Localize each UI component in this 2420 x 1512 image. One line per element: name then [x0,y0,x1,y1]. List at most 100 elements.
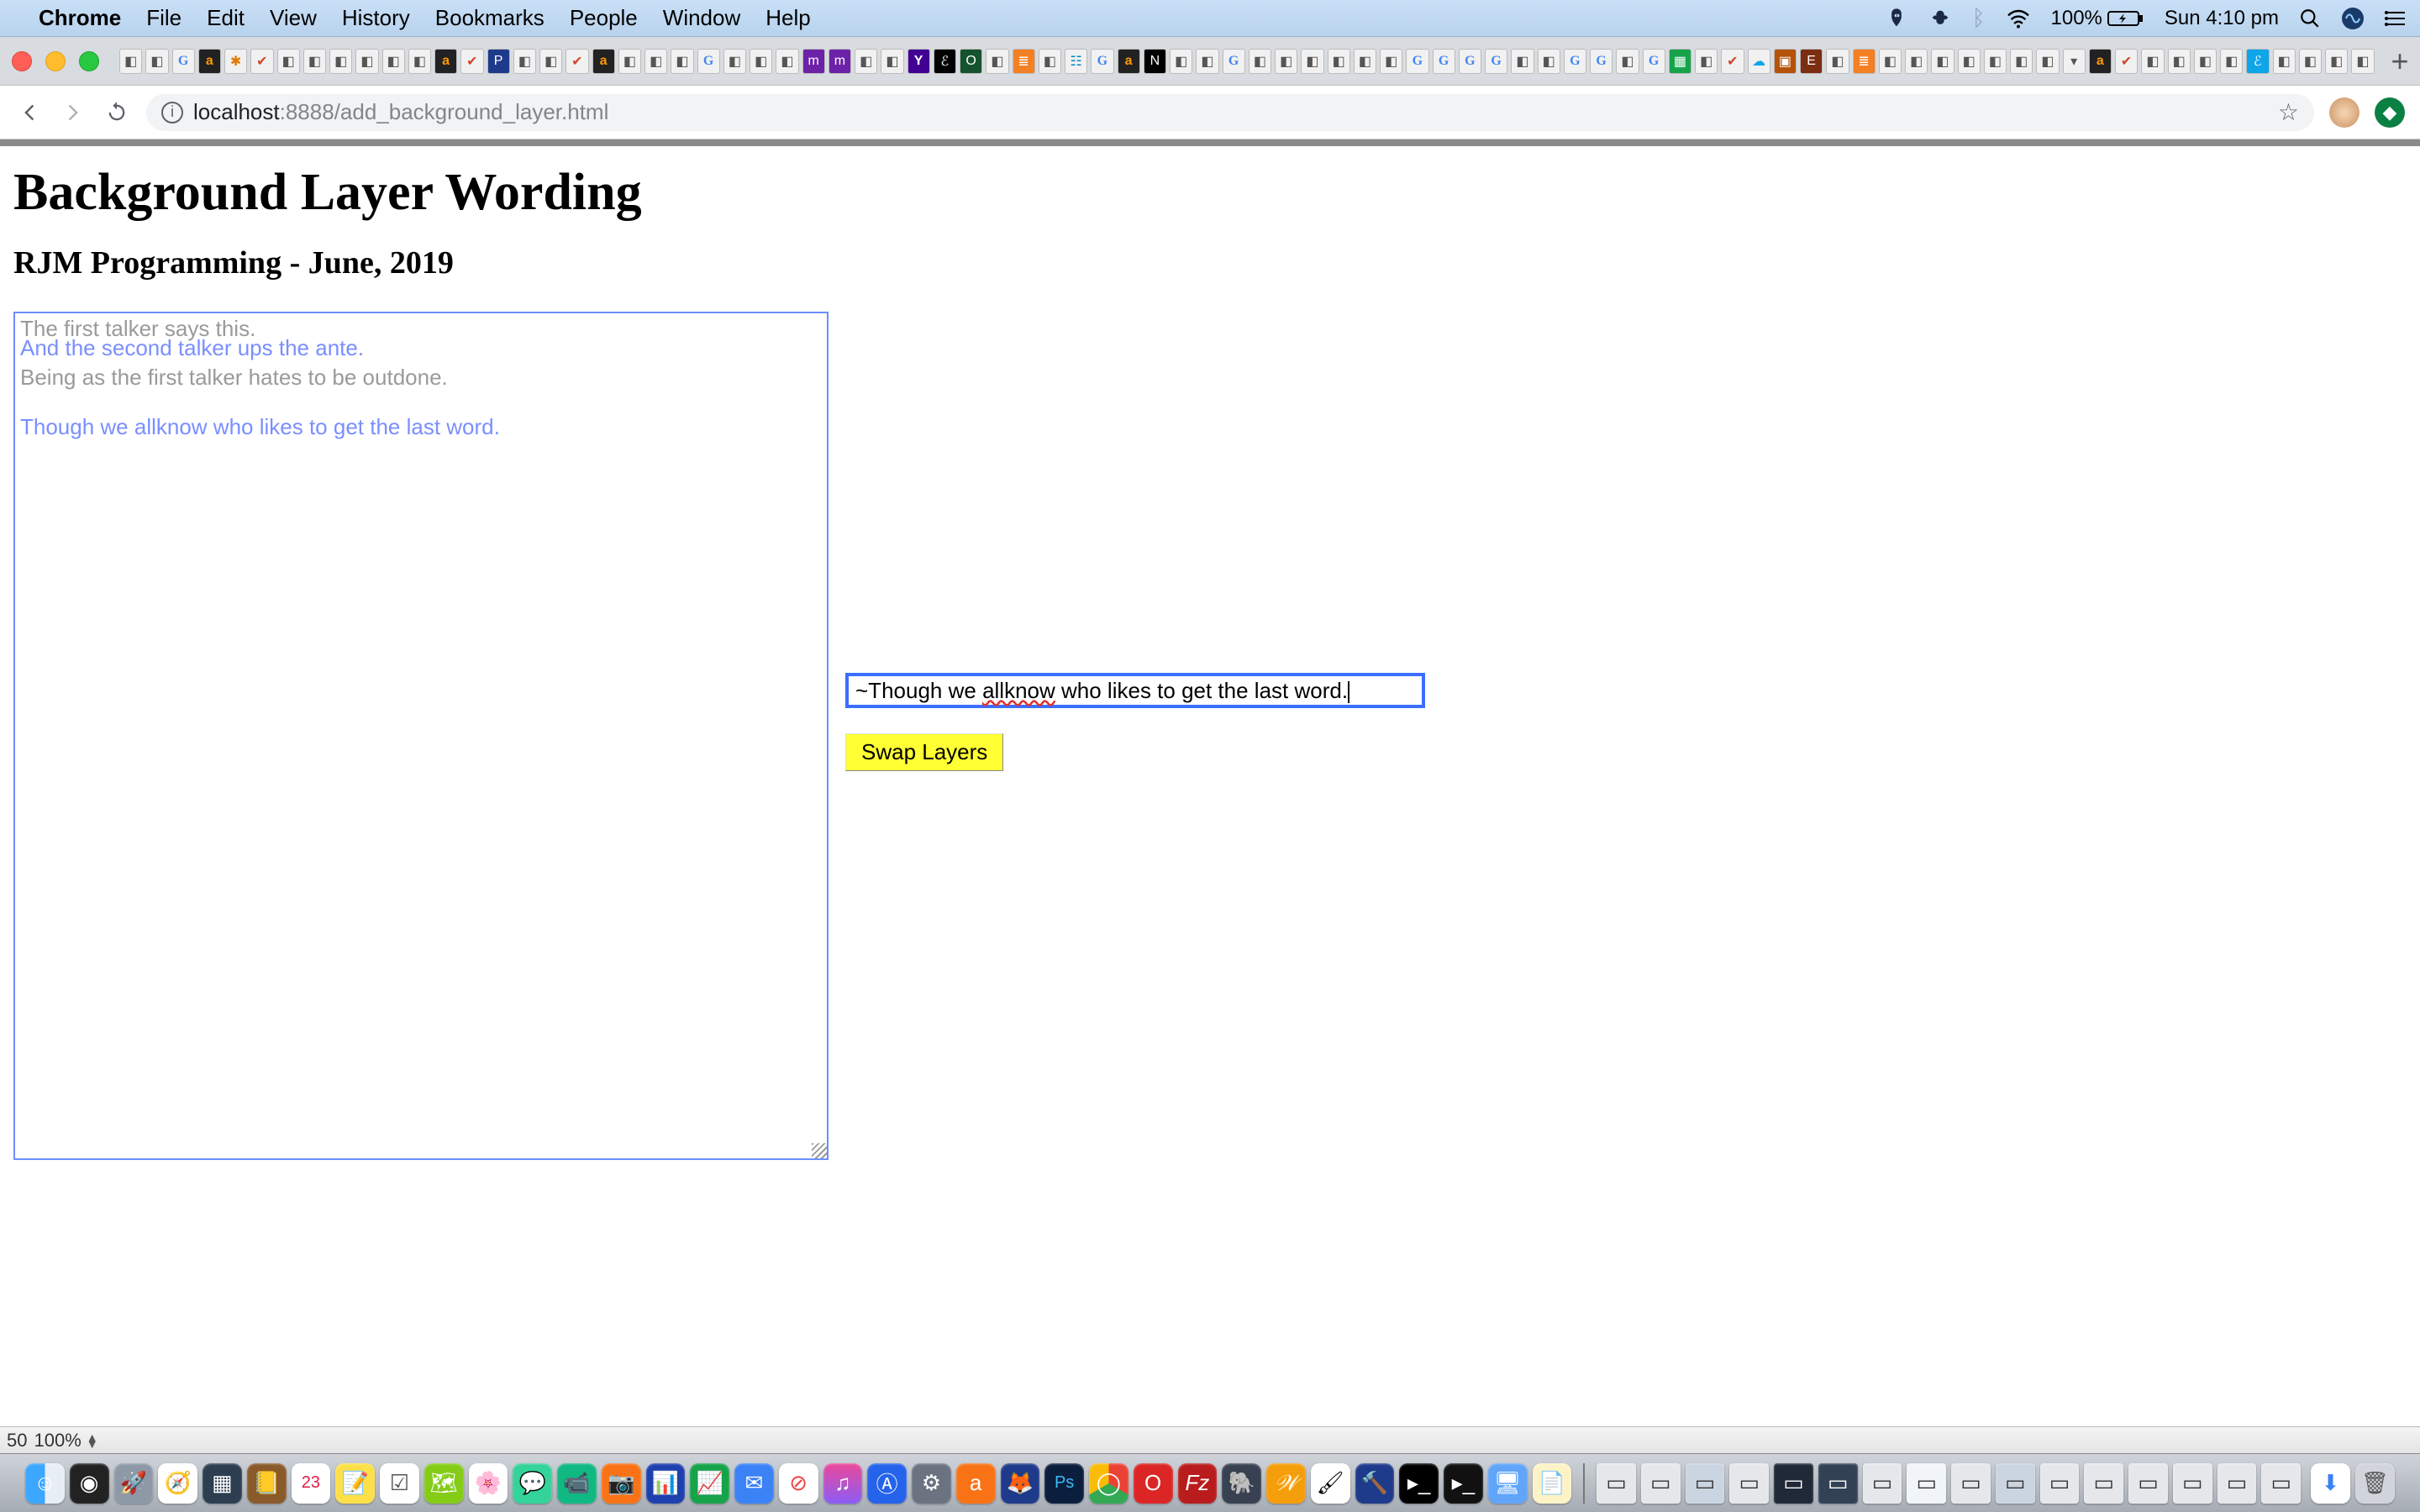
notifications-icon[interactable] [2385,9,2407,28]
pinned-tab[interactable]: a [2089,49,2112,74]
pinned-tab[interactable]: G [1433,49,1455,74]
pinned-tab[interactable]: a [198,49,221,74]
avast-icon[interactable]: a [956,1463,996,1504]
pinned-tab[interactable]: G [1564,49,1586,74]
menu-bookmarks[interactable]: Bookmarks [435,5,544,31]
pinned-tab[interactable]: G [697,49,720,74]
pinned-tab[interactable]: m [829,49,851,74]
minimized-window[interactable]: ▭ [1729,1463,1769,1504]
pinned-tab[interactable]: ℰ [934,49,956,74]
minimized-window[interactable]: ▭ [2261,1463,2301,1504]
office-icon[interactable]: 𝒲 [1266,1463,1306,1504]
malware-icon[interactable] [1885,7,1908,30]
pinned-tab[interactable]: ◧ [145,49,168,74]
pinned-tab[interactable]: ◧ [2141,49,2164,74]
pinned-tab[interactable]: m [802,49,825,74]
pinned-tab[interactable]: a [1118,49,1140,74]
pinned-tab[interactable]: ≣ [1853,49,1876,74]
minimized-window[interactable]: ▭ [1686,1463,1725,1504]
pinned-tab[interactable]: ◧ [355,49,378,74]
launchpad-icon[interactable]: 🚀 [114,1463,154,1504]
spotlight-icon[interactable] [2299,8,2321,29]
wifi-icon[interactable] [2006,8,2031,29]
pinned-tab[interactable]: ✔ [2115,49,2138,74]
pinned-tab[interactable]: ◧ [881,49,903,74]
menu-edit[interactable]: Edit [207,5,245,31]
minimize-window-button[interactable] [45,51,66,71]
minimized-window[interactable]: ▭ [2084,1463,2123,1504]
pinned-tab[interactable]: ◧ [1354,49,1376,74]
keynote-icon[interactable]: 📊 [646,1463,686,1504]
pinned-tab[interactable]: ▣ [1774,49,1797,74]
pinned-tab[interactable]: a [592,49,615,74]
zoom-stepper-icon[interactable]: ▲▼ [87,1434,98,1447]
facetime-icon[interactable]: 📹 [557,1463,597,1504]
pinned-tab[interactable]: ◧ [513,49,536,74]
minimized-window[interactable]: ▭ [2040,1463,2080,1504]
menu-history[interactable]: History [342,5,410,31]
menu-view[interactable]: View [270,5,317,31]
pinned-tab[interactable]: ◧ [986,49,1008,74]
pinned-tab[interactable]: ◧ [671,49,693,74]
prohibited-icon[interactable]: ⊘ [779,1463,818,1504]
textedit-icon[interactable]: 📄 [1533,1463,1572,1504]
pinned-tab[interactable]: ✔ [1721,49,1744,74]
pinned-tab[interactable]: G [1459,49,1481,74]
pinned-tab[interactable]: ✔ [460,49,483,74]
pinned-tab[interactable]: ◧ [1616,49,1639,74]
notes-icon[interactable]: 📝 [335,1463,375,1504]
pinned-tab[interactable]: ◧ [382,49,405,74]
mamp-icon[interactable]: 🐘 [1222,1463,1261,1504]
site-info-icon[interactable]: i [161,102,183,123]
pinned-tab[interactable]: ◧ [750,49,772,74]
filezilla-icon[interactable]: Fz [1178,1463,1218,1504]
pinned-tab[interactable]: ◧ [1826,49,1849,74]
bug-icon[interactable] [1928,7,1952,30]
pinned-tab[interactable]: ◧ [1039,49,1061,74]
battery-status[interactable]: 100% [2051,7,2144,30]
back-button[interactable] [15,98,44,127]
sysprefs-icon[interactable]: ⚙ [912,1463,951,1504]
new-tab-button[interactable]: + [2391,44,2409,79]
pinned-tab[interactable]: ◧ [1958,49,1981,74]
photobooth-icon[interactable]: 📷 [602,1463,641,1504]
layer-textarea[interactable]: The first talker says this. And the seco… [13,312,829,1160]
menu-file[interactable]: File [146,5,182,31]
pinned-tab[interactable]: E [1800,49,1823,74]
pinned-tab[interactable]: ◧ [119,49,142,74]
address-bar[interactable]: i localhost:8888/add_background_layer.ht… [146,94,2314,131]
pinned-tab[interactable]: G [1091,49,1113,74]
pinned-tab[interactable]: ◧ [2299,49,2322,74]
minimized-window[interactable]: ▭ [1863,1463,1902,1504]
opera-icon[interactable]: O [1134,1463,1173,1504]
swap-layers-button[interactable]: Swap Layers [845,733,1003,771]
profile-avatar-icon[interactable] [2329,97,2360,128]
photos-icon[interactable]: 🌸 [469,1463,508,1504]
safari-icon[interactable]: 🧭 [158,1463,197,1504]
xcode-icon[interactable]: 🔨 [1355,1463,1395,1504]
trash-icon[interactable]: 🗑 [2355,1463,2395,1504]
maximize-window-button[interactable] [79,51,99,71]
minimized-window[interactable]: ▭ [1641,1463,1681,1504]
pinned-tab[interactable]: ◧ [2273,49,2296,74]
pinned-tab[interactable]: ◧ [539,49,562,74]
wording-input[interactable]: ~Though we allknow who likes to get the … [845,673,1425,708]
minimized-window[interactable]: ▭ [2217,1463,2257,1504]
pinned-tab[interactable]: ◧ [2168,49,2191,74]
bluetooth-icon[interactable]: ᛒ [1972,5,1986,31]
pinned-tab[interactable]: ◧ [408,49,431,74]
pinned-tab[interactable]: ◧ [644,49,667,74]
zoom-control[interactable]: 100% ▲▼ [34,1430,97,1452]
minimized-window[interactable]: ▭ [2173,1463,2212,1504]
app-name[interactable]: Chrome [39,5,121,31]
pinned-tab[interactable]: ◧ [329,49,352,74]
terminal2-icon[interactable]: ▸_ [1444,1463,1483,1504]
clock[interactable]: Sun 4:10 pm [2165,7,2279,30]
pinned-tab[interactable]: ◧ [618,49,641,74]
numbers-icon[interactable]: 📈 [690,1463,729,1504]
pinned-tab[interactable]: ◧ [1695,49,1718,74]
pinned-tab[interactable]: ◧ [1380,49,1402,74]
pinned-tab[interactable]: ◧ [1538,49,1560,74]
pinned-tab[interactable]: ◧ [1879,49,1902,74]
pinned-tab[interactable]: ◧ [2325,49,2348,74]
